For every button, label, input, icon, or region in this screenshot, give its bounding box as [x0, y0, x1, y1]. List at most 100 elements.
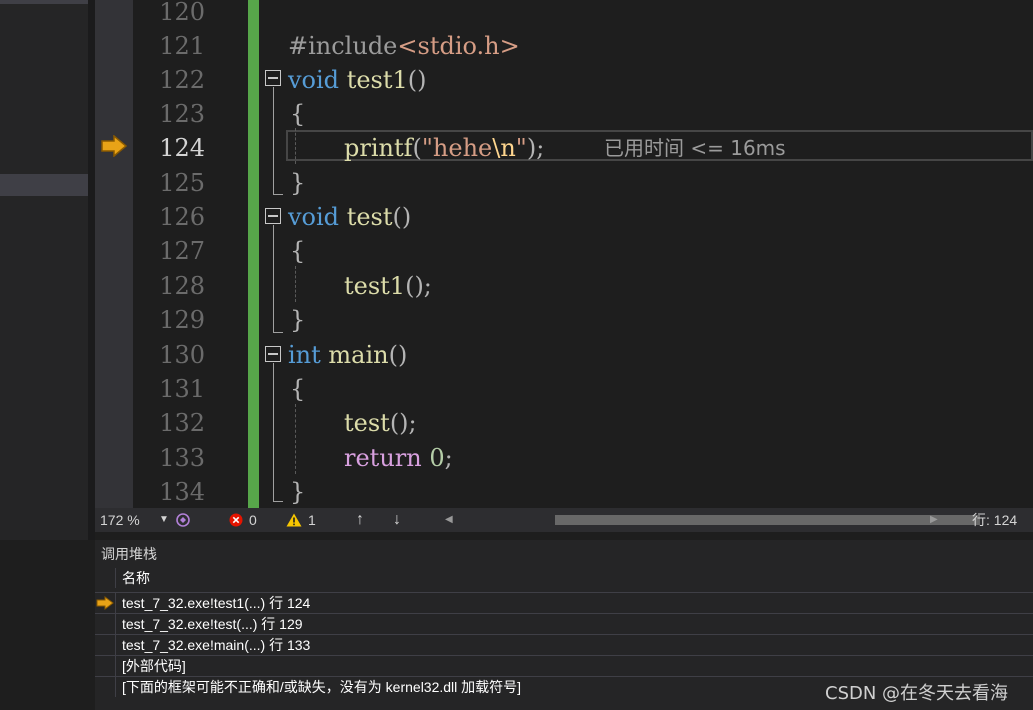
code-line-134[interactable]: }	[290, 475, 305, 509]
line-number: 130	[159, 341, 205, 369]
scroll-right-icon[interactable]: ▶	[930, 508, 938, 532]
left-tool-panel	[0, 0, 88, 540]
brace: }	[290, 478, 306, 506]
collapse-icon[interactable]	[265, 208, 281, 224]
preprocessor-directive: #include	[288, 32, 398, 60]
line-number: 133	[159, 444, 205, 472]
error-count[interactable]: 0	[249, 508, 257, 532]
zoom-level[interactable]: 172 %	[100, 508, 140, 532]
line-number: 127	[159, 237, 205, 265]
code-line-133[interactable]: return 0;	[344, 441, 453, 475]
code-line-128[interactable]: test1();	[344, 269, 432, 303]
code-line-121[interactable]: #include<stdio.h>	[288, 29, 520, 63]
code-line-124[interactable]: printf("hehe\n");	[344, 131, 544, 165]
row-glyph-cell	[95, 677, 116, 697]
current-statement-arrow-icon[interactable]	[100, 135, 128, 157]
code-line-130[interactable]: int main()	[288, 338, 407, 372]
line-number: 120	[159, 0, 205, 26]
elapsed-time-hint[interactable]: 已用时间 <= 16ms	[604, 131, 786, 165]
call-stack-header-row: 名称	[95, 568, 1033, 588]
function-name: test1	[344, 272, 406, 300]
line-number: 129	[159, 306, 205, 334]
line-number-current: 124	[159, 134, 205, 162]
glyph-margin[interactable]	[95, 0, 133, 508]
chevron-down-icon[interactable]: ▼	[159, 508, 169, 532]
code-line-129[interactable]: }	[290, 303, 305, 337]
function-name: test	[346, 203, 393, 231]
brace: {	[290, 375, 306, 403]
code-line-127[interactable]: {	[290, 234, 305, 268]
code-line-126[interactable]: void test()	[288, 200, 411, 234]
line-number: 123	[159, 100, 205, 128]
collapse-icon[interactable]	[265, 346, 281, 362]
frame-name: test_7_32.exe!main(...) 行 133	[122, 637, 311, 653]
line-number: 128	[159, 272, 205, 300]
function-name: main	[328, 341, 389, 369]
warning-icon[interactable]	[286, 513, 302, 527]
row-glyph-cell	[95, 635, 116, 655]
fold-guide	[273, 225, 274, 332]
punctuation: ()	[392, 203, 412, 231]
column-header-name[interactable]: 名称	[122, 568, 150, 588]
code-line-131[interactable]: {	[290, 372, 305, 406]
line-number: 132	[159, 409, 205, 437]
change-tracking-bar	[248, 0, 259, 508]
keyword-return: return	[344, 444, 422, 472]
indent-guide	[295, 266, 296, 302]
call-stack-row[interactable]: test_7_32.exe!main(...) 行 133	[95, 634, 1033, 655]
brace: }	[290, 306, 306, 334]
punctuation: (	[412, 134, 422, 162]
current-frame-arrow-icon	[96, 596, 114, 610]
string-literal: "hehe	[421, 134, 493, 162]
panel-splitter[interactable]	[88, 0, 95, 540]
row-glyph-cell	[95, 593, 116, 613]
escape-sequence: \n	[492, 134, 516, 162]
code-line-125[interactable]: }	[290, 166, 305, 200]
line-indicator: 行: 124	[972, 512, 1018, 528]
keyword: void	[288, 203, 340, 231]
frame-name: test_7_32.exe!test1(...) 行 124	[122, 595, 311, 611]
scroll-left-icon[interactable]: ◀	[445, 508, 453, 532]
intellicode-icon[interactable]	[175, 512, 191, 528]
line-number: 122	[159, 66, 205, 94]
code-line-122[interactable]: void test1()	[288, 63, 427, 97]
fold-guide	[273, 363, 274, 501]
call-stack-row[interactable]: [外部代码]	[95, 655, 1033, 676]
fold-guide	[273, 87, 274, 194]
panel-title[interactable]: 调用堆栈	[101, 544, 157, 564]
line-number: 131	[159, 375, 205, 403]
punctuation: ()	[388, 341, 408, 369]
fold-guide-end	[273, 501, 283, 502]
down-arrow-icon[interactable]: ↓	[393, 508, 401, 532]
fold-guide-end	[273, 194, 283, 195]
row-glyph-cell	[95, 614, 116, 634]
frame-name: [外部代码]	[122, 658, 186, 674]
punctuation: );	[526, 134, 545, 162]
punctuation: ;	[444, 444, 453, 472]
indent-guide	[295, 128, 296, 164]
punctuation: ();	[389, 409, 417, 437]
error-icon[interactable]	[229, 513, 243, 527]
keyword: int	[288, 341, 321, 369]
brace: {	[290, 100, 306, 128]
left-panel-selected-row[interactable]	[0, 174, 88, 196]
frame-name: test_7_32.exe!test(...) 行 129	[122, 616, 303, 632]
warning-count[interactable]: 1	[308, 508, 316, 532]
indent-guide	[295, 404, 296, 474]
up-arrow-icon[interactable]: ↑	[356, 508, 364, 532]
horizontal-scrollbar-thumb[interactable]	[555, 515, 980, 525]
function-name: test1	[346, 66, 408, 94]
call-stack-row[interactable]: test_7_32.exe!test(...) 行 129	[95, 613, 1033, 634]
punctuation: ()	[407, 66, 427, 94]
call-stack-row[interactable]: test_7_32.exe!test1(...) 行 124	[95, 592, 1033, 613]
keyword: void	[288, 66, 340, 94]
code-line-123[interactable]: {	[290, 97, 305, 131]
editor-status-bar: 172 % ▼ 0 1 ↑ ↓ ◀ ▶ 行: 124	[95, 508, 1033, 532]
collapse-icon[interactable]	[265, 70, 281, 86]
line-number: 121	[159, 32, 205, 60]
number-literal: 0	[429, 444, 445, 472]
left-panel-header-row	[0, 0, 88, 4]
row-glyph-cell	[95, 656, 116, 676]
code-line-132[interactable]: test();	[344, 406, 417, 440]
line-number: 125	[159, 169, 205, 197]
